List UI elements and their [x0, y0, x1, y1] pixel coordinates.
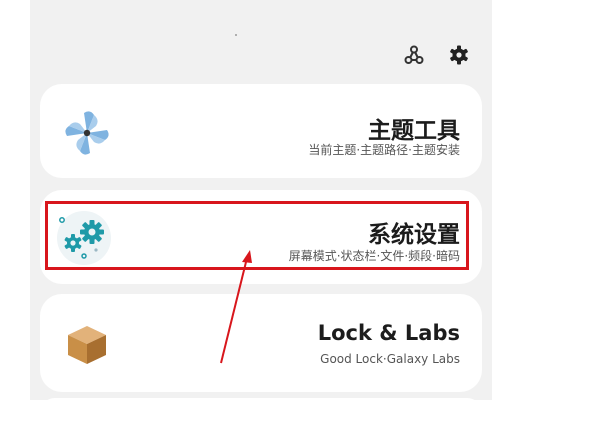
annotation-arrow [220, 250, 252, 364]
card-next-partial[interactable] [40, 398, 482, 428]
